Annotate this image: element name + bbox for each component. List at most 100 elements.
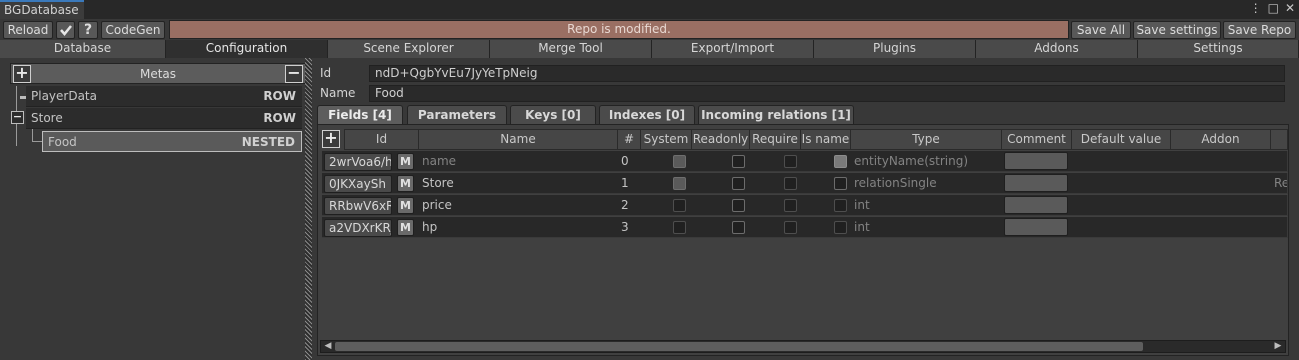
close-icon[interactable]: ✕	[1285, 1, 1295, 15]
comment-button[interactable]	[1004, 196, 1068, 214]
tab-scene-explorer[interactable]: Scene Explorer	[328, 40, 490, 58]
readonly-checkbox[interactable]	[732, 199, 745, 212]
tab-addons[interactable]: Addons	[976, 40, 1138, 58]
minus-icon: −	[12, 110, 23, 123]
type-cell: relationSingle	[850, 173, 1002, 194]
tab-export-import[interactable]: Export/Import	[652, 40, 814, 58]
fields-table: + Id Name # System Readonly Require Is n…	[317, 124, 1289, 356]
column-header-id[interactable]: Id	[344, 129, 419, 150]
meta-name: PlayerData	[31, 89, 97, 103]
field-menu-button[interactable]: M	[397, 197, 414, 214]
is-name-checkbox[interactable]	[834, 221, 847, 234]
table-row[interactable]: price 2 int RRbwV6xRl M	[318, 195, 1288, 217]
system-checkbox[interactable]	[673, 199, 686, 212]
column-header-addon[interactable]: Addon	[1170, 129, 1271, 150]
readonly-checkbox[interactable]	[732, 177, 745, 190]
is-name-checkbox[interactable]	[834, 155, 847, 168]
id-label: Id	[320, 66, 332, 80]
default-value-cell	[1071, 195, 1171, 216]
name-cell: Store	[418, 173, 618, 194]
column-header-type[interactable]: Type	[850, 129, 1002, 150]
tab-keys[interactable]: Keys [0]	[510, 105, 596, 124]
codegen-button[interactable]: CodeGen	[101, 21, 165, 39]
table-row[interactable]: hp 3 int a2VDXrKRj M	[318, 217, 1288, 239]
column-header-index[interactable]: #	[617, 129, 641, 150]
name-field[interactable]: Food	[369, 85, 1285, 102]
reload-button[interactable]: Reload	[3, 21, 53, 39]
column-header-system[interactable]: System	[640, 129, 692, 150]
system-checkbox[interactable]	[673, 221, 686, 234]
field-id-button[interactable]: 0JKXaySh	[324, 175, 392, 193]
remove-meta-button[interactable]: −	[285, 65, 303, 83]
title-bar	[0, 0, 1299, 19]
default-value-cell	[1071, 151, 1171, 172]
field-menu-button[interactable]: M	[397, 175, 414, 192]
field-menu-button[interactable]: M	[397, 153, 414, 170]
field-id-button[interactable]: a2VDXrKRj	[324, 219, 392, 237]
column-header-name[interactable]: Name	[418, 129, 618, 150]
column-header-extra	[1270, 129, 1288, 150]
extra-cell	[1270, 151, 1288, 172]
more-options-icon[interactable]: ⋮	[1250, 1, 1262, 15]
table-row[interactable]: Store 1 relationSingle Re 0JKXaySh M	[318, 173, 1288, 195]
comment-button[interactable]	[1004, 174, 1068, 192]
require-checkbox[interactable]	[784, 199, 797, 212]
horizontal-scrollbar[interactable]: ◀ ▶	[320, 340, 1286, 353]
tab-incoming-relations[interactable]: Incoming relations [1]	[698, 105, 854, 124]
tab-fields[interactable]: Fields [4]	[317, 105, 403, 124]
extra-cell: Re	[1270, 173, 1288, 194]
scrollbar-thumb[interactable]	[335, 342, 1143, 351]
maximize-icon[interactable]: □	[1268, 1, 1279, 15]
readonly-checkbox[interactable]	[732, 155, 745, 168]
window-tab[interactable]: BGDatabase	[0, 0, 84, 19]
save-repo-button[interactable]: Save Repo	[1223, 21, 1296, 39]
readonly-checkbox[interactable]	[732, 221, 745, 234]
meta-item-food[interactable]: Food NESTED	[42, 131, 302, 152]
type-cell: entityName(string)	[850, 151, 1002, 172]
column-header-readonly[interactable]: Readonly	[691, 129, 750, 150]
collapse-store-toggle[interactable]: −	[11, 111, 24, 124]
repo-status-banner: Repo is modified.	[169, 20, 1069, 39]
help-button[interactable]: ?	[78, 21, 98, 39]
extra-cell	[1270, 217, 1288, 238]
scroll-right-icon[interactable]: ▶	[1272, 340, 1284, 352]
tab-parameters[interactable]: Parameters	[407, 105, 507, 124]
tab-merge-tool[interactable]: Merge Tool	[490, 40, 652, 58]
column-header-is-name[interactable]: Is name	[800, 129, 851, 150]
system-checkbox[interactable]	[673, 155, 686, 168]
meta-item-store[interactable]: Store ROW	[26, 108, 302, 129]
id-field[interactable]: ndD+QgbYvEu7JyYeTpNeig	[369, 65, 1285, 82]
check-button[interactable]	[56, 21, 75, 39]
meta-detail-panel: Id ndD+QgbYvEu7JyYeTpNeig Name Food Fiel…	[313, 60, 1299, 360]
require-checkbox[interactable]	[784, 221, 797, 234]
save-all-button[interactable]: Save All	[1071, 21, 1131, 39]
panel-splitter[interactable]	[305, 58, 312, 360]
comment-button[interactable]	[1004, 218, 1068, 236]
column-header-default-value[interactable]: Default value	[1071, 129, 1171, 150]
tab-database[interactable]: Database	[0, 40, 166, 58]
field-id-button[interactable]: RRbwV6xRl	[324, 197, 392, 215]
require-checkbox[interactable]	[784, 177, 797, 190]
comment-button[interactable]	[1004, 152, 1068, 170]
require-checkbox[interactable]	[784, 155, 797, 168]
is-name-checkbox[interactable]	[834, 199, 847, 212]
tab-plugins[interactable]: Plugins	[814, 40, 976, 58]
meta-name: Store	[31, 111, 63, 125]
tab-indexes[interactable]: Indexes [0]	[599, 105, 695, 124]
field-id-button[interactable]: 2wrVoa6/h	[324, 153, 392, 171]
add-field-button[interactable]: +	[322, 130, 340, 148]
tab-configuration[interactable]: Configuration	[166, 40, 328, 58]
addon-cell	[1170, 173, 1271, 194]
system-checkbox[interactable]	[673, 177, 686, 190]
scroll-left-icon[interactable]: ◀	[322, 340, 334, 352]
save-settings-button[interactable]: Save settings	[1133, 21, 1221, 39]
meta-item-playerdata[interactable]: PlayerData ROW	[26, 86, 302, 107]
tab-settings[interactable]: Settings	[1138, 40, 1299, 58]
metas-panel: + Metas − PlayerData ROW − Store ROW Foo…	[6, 60, 306, 356]
field-menu-button[interactable]: M	[397, 219, 414, 236]
column-header-comment[interactable]: Comment	[1001, 129, 1072, 150]
table-row[interactable]: name 0 entityName(string) 2wrVoa6/h M	[318, 151, 1288, 173]
addon-cell	[1170, 195, 1271, 216]
is-name-checkbox[interactable]	[834, 177, 847, 190]
column-header-require[interactable]: Require	[749, 129, 801, 150]
